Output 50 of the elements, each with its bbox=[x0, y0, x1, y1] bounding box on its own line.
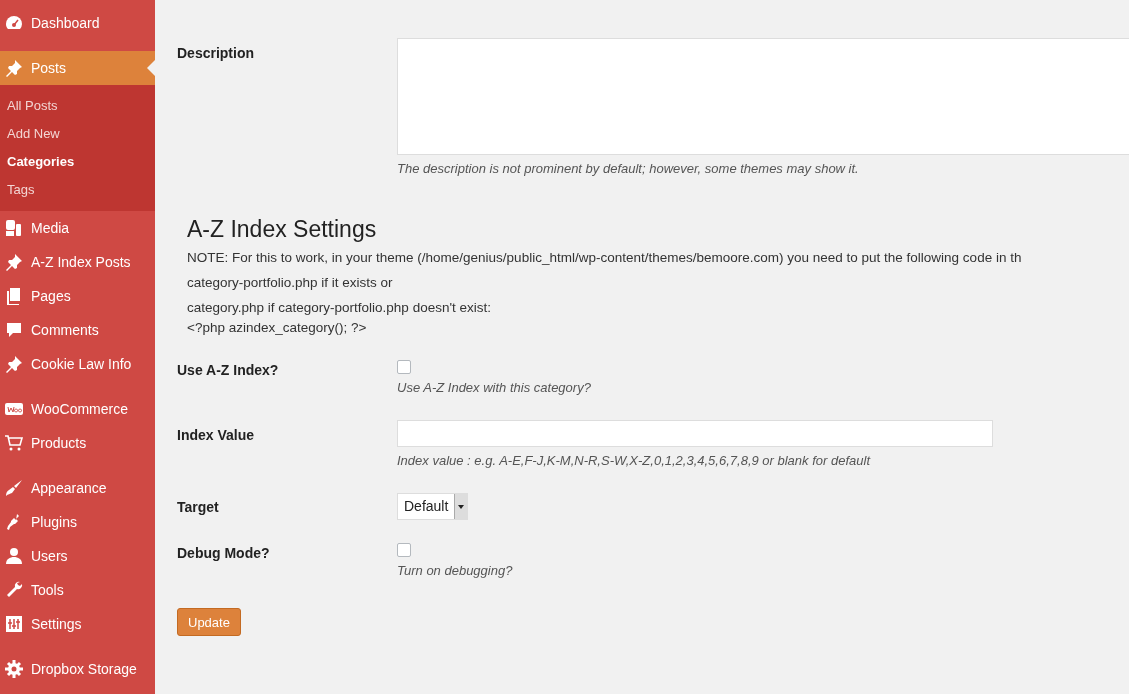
menu-item[interactable]: Dashboard bbox=[0, 6, 155, 40]
note-text: category-portfolio.php if it exists or bbox=[187, 274, 394, 292]
help-text: Turn on debugging? bbox=[397, 563, 514, 578]
settings-icon bbox=[4, 659, 24, 679]
index-value-field[interactable] bbox=[397, 420, 993, 447]
menu-item[interactable]: Tools bbox=[0, 573, 155, 607]
update-button[interactable]: Update bbox=[177, 608, 241, 636]
pin-icon bbox=[4, 252, 24, 272]
help-text: Use A-Z Index with this category? bbox=[397, 380, 592, 395]
menu-item[interactable]: Products bbox=[0, 426, 155, 460]
checkbox[interactable] bbox=[397, 360, 411, 374]
menu-item[interactable]: WooCommerce bbox=[0, 381, 155, 426]
submenu-item[interactable]: Add New bbox=[0, 120, 155, 148]
menu-item[interactable]: Media bbox=[0, 211, 155, 245]
target-dropdown[interactable]: Default bbox=[397, 493, 469, 520]
help-text: The description is not prominent by default; however, some themes may show it. bbox=[397, 161, 860, 176]
menu-item[interactable]: Settings bbox=[0, 607, 155, 641]
menu-item[interactable]: Pages bbox=[0, 279, 155, 313]
submenu-item[interactable]: All Posts bbox=[0, 92, 155, 120]
note-text: NOTE: For this to work, in your theme (/home/genius/public_html/wp-content/themes/bemoore.com) you need to put the following code in th bbox=[187, 249, 1023, 267]
section-title: A-Z Index Settings bbox=[187, 216, 378, 243]
brush-icon bbox=[4, 478, 24, 498]
submenu-item[interactable]: Tags bbox=[0, 176, 155, 204]
note-text: category.php if category-portfolio.php doesn't exist: bbox=[187, 299, 492, 317]
pin-icon bbox=[4, 354, 24, 374]
current-menu-pointer bbox=[147, 60, 155, 76]
menu-item[interactable]: Appearance bbox=[0, 460, 155, 505]
media-icon bbox=[4, 218, 24, 238]
field-label: Target bbox=[177, 498, 220, 517]
menu-item[interactable]: Comments bbox=[0, 313, 155, 347]
field-label: Debug Mode? bbox=[177, 545, 271, 563]
description-field[interactable] bbox=[397, 38, 1129, 155]
caret-icon bbox=[458, 504, 465, 509]
menu-item[interactable]: Dropbox Storage bbox=[0, 641, 155, 686]
menu-item[interactable]: A-Z Index Posts bbox=[0, 245, 155, 279]
checkbox[interactable] bbox=[397, 543, 411, 557]
menu-item[interactable]: Cookie Law Info bbox=[0, 347, 155, 381]
field-label: Description bbox=[177, 44, 255, 63]
note-text: <?php azindex_category(); ?> bbox=[187, 319, 368, 337]
menu-item[interactable]: Plugins bbox=[0, 505, 155, 539]
pin-icon bbox=[4, 58, 24, 78]
field-label: Use A-Z Index? bbox=[177, 362, 280, 380]
cart-icon bbox=[4, 433, 24, 453]
submenu-item[interactable]: Categories bbox=[0, 148, 155, 176]
sliders-icon bbox=[4, 614, 24, 634]
menu-item[interactable]: Users bbox=[0, 539, 155, 573]
user-icon bbox=[4, 546, 24, 566]
help-text: Index value : e.g. A-E,F-J,K-M,N-R,S-W,X-Z,0,1,2,3,4,5,6,7,8,9 or blank for default bbox=[397, 453, 872, 468]
bubble-icon bbox=[4, 320, 24, 340]
field-label: Index Value bbox=[177, 426, 256, 445]
